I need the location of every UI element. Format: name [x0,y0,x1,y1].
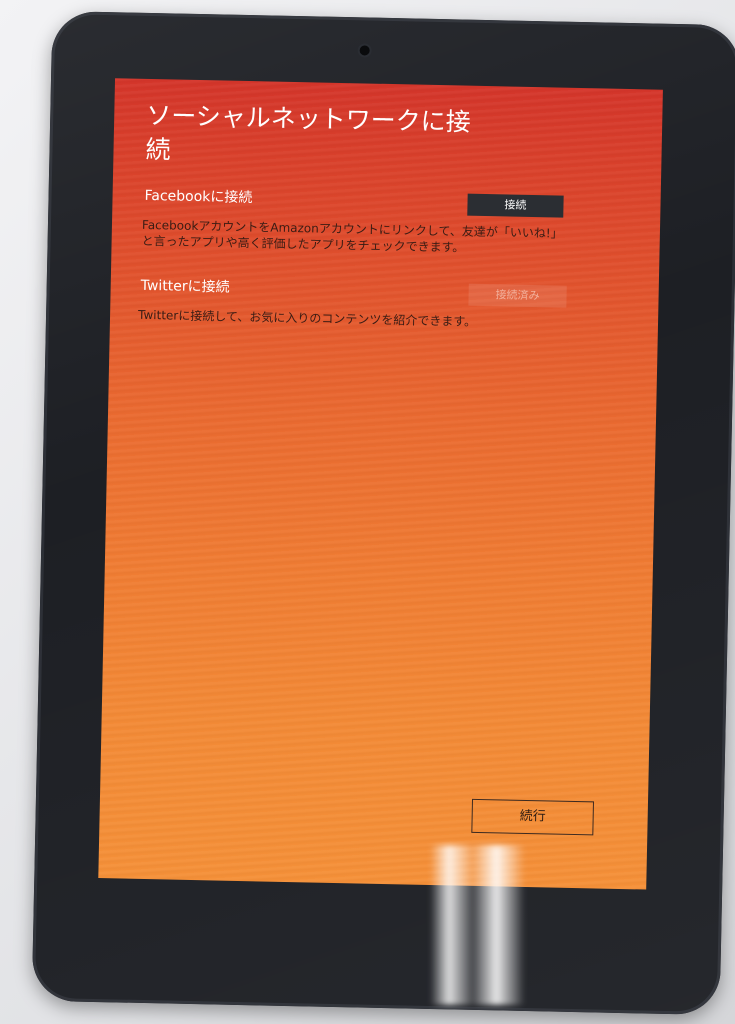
page-title: ソーシャルネットワークに接続 [145,100,472,165]
tablet-device: ソーシャルネットワークに接続 Facebookに接続 接続 Facebookアカ… [31,10,735,1016]
tablet-screen: ソーシャルネットワークに接続 Facebookに接続 接続 Facebookアカ… [98,78,663,890]
facebook-section-description: FacebookアカウントをAmazonアカウントにリンクして、友達が「いいね!… [141,217,563,255]
twitter-section-description: Twitterに接続して、お気に入りのコンテンツを紹介できます。 [137,307,477,329]
twitter-section-heading: Twitterに接続 [140,277,230,296]
continue-button[interactable]: 続行 [471,798,595,836]
twitter-connect-button[interactable]: 接続済み [468,283,567,308]
photo-background: ソーシャルネットワークに接続 Facebookに接続 接続 Facebookアカ… [0,0,735,1024]
facebook-section-heading: Facebookに接続 [144,187,253,207]
front-camera-icon [359,45,370,56]
facebook-connect-button[interactable]: 接続 [467,193,564,218]
